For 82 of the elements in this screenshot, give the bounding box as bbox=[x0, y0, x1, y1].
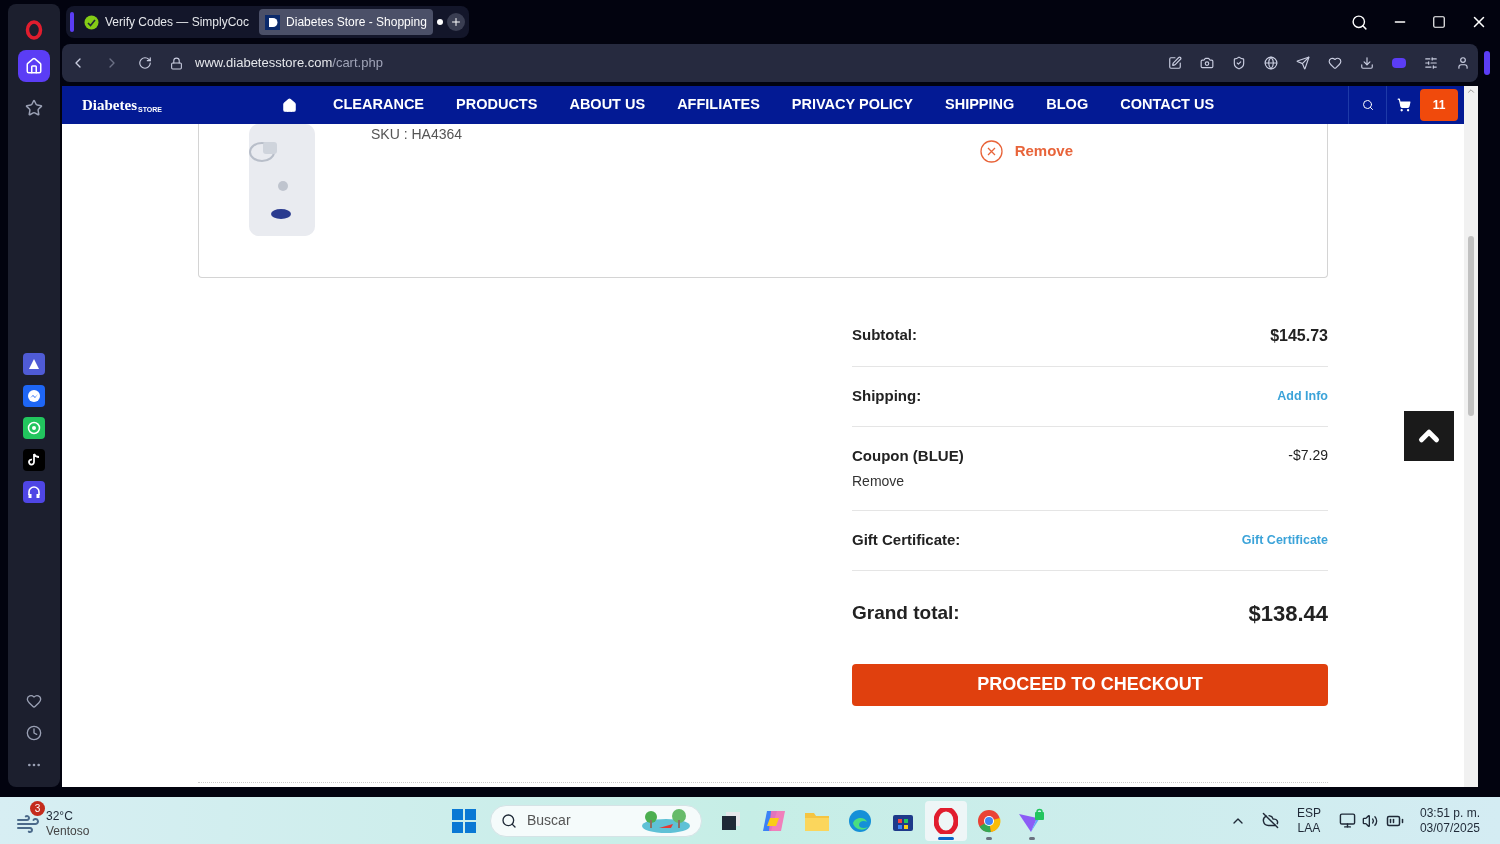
star-icon bbox=[25, 99, 43, 117]
search-icon[interactable] bbox=[1351, 13, 1368, 31]
volume-icon[interactable] bbox=[1361, 812, 1378, 829]
edit-icon[interactable] bbox=[1168, 56, 1182, 70]
summary-label: Gift Certificate: bbox=[852, 530, 961, 550]
settings-icon[interactable] bbox=[1424, 56, 1438, 70]
language-indicator[interactable]: ESP LAA bbox=[1296, 805, 1321, 836]
taskbar-search-field[interactable]: Buscar bbox=[490, 804, 702, 837]
nav-link[interactable]: BLOG bbox=[1030, 94, 1105, 116]
lock-icon bbox=[170, 56, 183, 70]
triangle-icon bbox=[28, 358, 40, 370]
letter-tile-icon bbox=[265, 14, 281, 30]
clock-display[interactable]: 03:51 p. m. 03/07/2025 bbox=[1419, 805, 1480, 836]
close-circle-icon bbox=[979, 139, 1003, 163]
maximize-icon[interactable] bbox=[1432, 15, 1446, 29]
sku-text: SKU : HA4364 bbox=[371, 125, 463, 144]
summary-label: Coupon (BLUE) bbox=[852, 445, 964, 466]
sidebar-button[interactable] bbox=[18, 50, 50, 82]
sidebar-toggle[interactable] bbox=[1484, 51, 1490, 75]
music-note-button[interactable] bbox=[23, 449, 45, 471]
nav-link[interactable]: CLEARANCE bbox=[317, 94, 441, 116]
summary-value: -$7.29 bbox=[1288, 445, 1328, 465]
summary-value: $145.73 bbox=[1270, 326, 1328, 346]
back-to-top-button[interactable] bbox=[1404, 411, 1454, 461]
clock-icon[interactable] bbox=[26, 725, 42, 741]
camera-icon[interactable] bbox=[1200, 56, 1214, 70]
cart-count[interactable]: 11 bbox=[1420, 89, 1458, 121]
grand-total-label: Grand total: bbox=[852, 600, 960, 625]
reload-icon[interactable] bbox=[138, 56, 152, 70]
heart-icon[interactable] bbox=[1328, 56, 1342, 70]
profile-icon[interactable] bbox=[1456, 56, 1470, 70]
notification-badge: 3 bbox=[30, 800, 45, 816]
cloud-off-icon[interactable] bbox=[1261, 812, 1279, 829]
home-icon[interactable] bbox=[282, 97, 297, 113]
scrollbar[interactable] bbox=[1464, 86, 1478, 787]
nav-link[interactable]: ABOUT US bbox=[553, 94, 662, 116]
browser-tab[interactable]: Verify Codes — SimplyCoc bbox=[78, 9, 256, 35]
ring-logo-icon bbox=[934, 807, 958, 834]
phone-bubble-icon bbox=[27, 421, 41, 435]
coupon-remove-link[interactable]: Remove bbox=[852, 471, 964, 492]
ring-logo-icon[interactable] bbox=[25, 20, 43, 40]
home-icon bbox=[25, 57, 43, 75]
search-icon bbox=[501, 812, 517, 829]
download-icon[interactable] bbox=[1360, 56, 1374, 70]
new-tab-button[interactable] bbox=[446, 13, 465, 31]
round-logo-icon bbox=[977, 808, 1001, 833]
address-field[interactable]: www.diabetesstore.com/cart.php bbox=[170, 53, 1150, 73]
headphones-button[interactable] bbox=[23, 481, 45, 503]
check-badge-icon bbox=[84, 14, 99, 30]
swirl-icon bbox=[761, 808, 787, 833]
nav-link[interactable]: AFFILIATES bbox=[661, 94, 776, 116]
summary-label: Shipping: bbox=[852, 386, 922, 406]
checkout-button[interactable]: PROCEED TO CHECKOUT bbox=[852, 663, 1328, 706]
nav-link[interactable]: CONTACT US bbox=[1104, 94, 1231, 116]
app-launcher-button[interactable] bbox=[23, 353, 45, 375]
windows-logo-icon[interactable] bbox=[452, 808, 476, 833]
nav-link[interactable]: PRIVACY POLICY bbox=[775, 94, 929, 116]
translate-icon[interactable] bbox=[1264, 56, 1278, 70]
browser-tab[interactable]: Diabetes Store - Shopping bbox=[259, 9, 433, 35]
url-text: www.diabetesstore.com/cart.php bbox=[195, 54, 383, 73]
shield-icon[interactable] bbox=[1232, 56, 1246, 70]
summary-label: Subtotal: bbox=[852, 325, 917, 345]
grand-total-value: $138.44 bbox=[1248, 599, 1328, 628]
chat-bubble-icon bbox=[27, 389, 41, 403]
headphones-icon bbox=[27, 485, 41, 499]
lock-shield-icon bbox=[1018, 807, 1046, 834]
send-icon[interactable] bbox=[1296, 56, 1310, 70]
plus-icon bbox=[449, 16, 462, 28]
nav-link[interactable]: SHIPPING bbox=[929, 94, 1031, 116]
music-note-icon bbox=[28, 453, 40, 467]
wave-icon bbox=[848, 808, 872, 833]
temperature-text: 32°C bbox=[46, 808, 74, 824]
heart-icon[interactable] bbox=[26, 693, 42, 709]
weather-text: Ventoso bbox=[46, 823, 90, 839]
weather-widget[interactable]: 3 32°C Ventoso bbox=[16, 800, 216, 841]
search-icon bbox=[1361, 99, 1374, 111]
network-icon[interactable] bbox=[1338, 812, 1356, 829]
taskbar-app[interactable] bbox=[925, 800, 967, 841]
nav-link[interactable]: PRODUCTS bbox=[440, 94, 554, 116]
cart-icon bbox=[1396, 98, 1411, 112]
window-stack-icon bbox=[720, 809, 742, 832]
search-placeholder: Buscar bbox=[527, 811, 572, 830]
